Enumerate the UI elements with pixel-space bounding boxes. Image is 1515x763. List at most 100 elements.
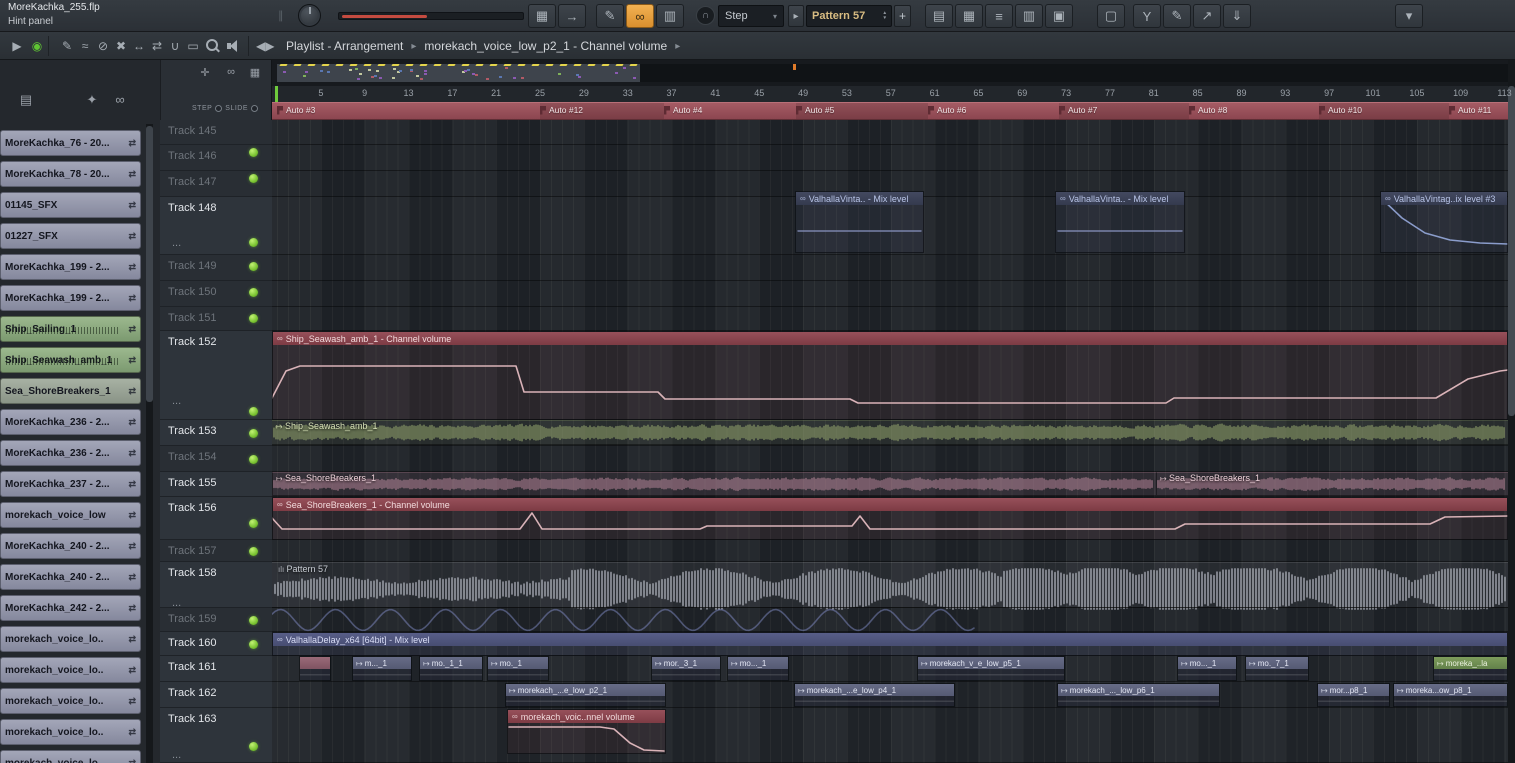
- track-header[interactable]: Track 145: [160, 120, 272, 145]
- step-toggle[interactable]: [215, 105, 223, 112]
- playlist-track-lane[interactable]: [272, 540, 1508, 562]
- automation-clip-header[interactable]: ∞ ValhallaVinta.. - Mix level: [796, 192, 923, 205]
- channel-button[interactable]: Sea_ShoreBreakers_1 ⇄: [0, 378, 141, 404]
- pattern-next-button[interactable]: ▸: [788, 5, 804, 27]
- slide-icon[interactable]: ▥: [656, 4, 684, 28]
- track-enable-dot[interactable]: [249, 407, 258, 416]
- magnet-icon[interactable]: ∪: [166, 36, 184, 56]
- automation-clip[interactable]: ∞ morekach_voic..nnel volume: [507, 709, 666, 754]
- audio-clip[interactable]: [272, 420, 1508, 445]
- zoom-tool-icon[interactable]: [204, 36, 222, 56]
- metronome-icon[interactable]: ∩: [696, 6, 715, 25]
- send-icon[interactable]: ↗: [1193, 4, 1221, 28]
- swap-tool-icon[interactable]: ⇄: [148, 36, 166, 56]
- time-marker[interactable]: Auto #6: [928, 105, 966, 115]
- track-header[interactable]: Track 155: [160, 472, 272, 497]
- track-enable-dot[interactable]: [249, 429, 258, 438]
- pattern-clip-small[interactable]: ↦ mor...p8_1: [1317, 683, 1390, 707]
- audition-tool-icon[interactable]: [226, 36, 244, 56]
- stepgrid-icon[interactable]: ▦: [528, 4, 556, 28]
- volume-knob[interactable]: [298, 4, 321, 27]
- track-header[interactable]: Track 162: [160, 682, 272, 708]
- channel-button[interactable]: 01145_SFX ⇄: [0, 192, 141, 218]
- track-enable-dot[interactable]: [249, 148, 258, 157]
- pattern-clip-small[interactable]: ↦ mor._3_1: [651, 656, 721, 681]
- pattern-clip-small[interactable]: ↦ mo._1_1: [419, 656, 483, 681]
- channel-button[interactable]: MoreKachka_76 - 20... ⇄: [0, 130, 141, 156]
- playlist-track-lane[interactable]: [272, 281, 1508, 307]
- overview-visible-region[interactable]: [277, 64, 640, 82]
- playlist-track-lane[interactable]: [272, 145, 1508, 171]
- track-header[interactable]: Track 161: [160, 656, 272, 682]
- advance-icon[interactable]: →: [558, 4, 586, 28]
- time-marker[interactable]: Auto #4: [664, 105, 702, 115]
- record-icon[interactable]: ◉: [28, 36, 46, 56]
- select-tool-icon[interactable]: ▭: [184, 36, 202, 56]
- pattern-clip-small[interactable]: ↦ morekach_...e_low_p2_1: [505, 683, 666, 707]
- playlist-track-lane[interactable]: [272, 120, 1508, 145]
- playlist-track-lane[interactable]: [272, 708, 1508, 763]
- mixer-icon[interactable]: ▥: [1015, 4, 1043, 28]
- track-enable-dot[interactable]: [249, 262, 258, 271]
- playlist-scrollbar-thumb[interactable]: [1508, 86, 1515, 416]
- clipboard-icon[interactable]: ▢: [1097, 4, 1125, 28]
- track-enable-dot[interactable]: [249, 238, 258, 247]
- delete-tool-icon[interactable]: ⊘: [94, 36, 112, 56]
- snap-selector[interactable]: Step ▾: [718, 5, 784, 27]
- pan-tool-icon[interactable]: ↔: [130, 36, 148, 56]
- pattern-clip-small[interactable]: ↦ mo._7_1: [1245, 656, 1309, 681]
- draw-icon[interactable]: ✎: [596, 4, 624, 28]
- breadcrumb-item[interactable]: morekach_voice_low_p2_1 - Channel volume: [424, 39, 667, 53]
- track-enable-dot[interactable]: [249, 288, 258, 297]
- pattern-clip-small[interactable]: ↦ mo..._1: [1177, 656, 1237, 681]
- channel-button[interactable]: morekach_voice_low ⇄: [0, 502, 141, 528]
- channel-button[interactable]: MoreKachka_240 - 2... ⇄: [0, 533, 141, 559]
- pattern-clip-small[interactable]: ↦ mo..._1: [727, 656, 789, 681]
- pattern-selector[interactable]: Pattern 57 ▴ ▾: [806, 5, 892, 27]
- filter-icon[interactable]: Y: [1133, 4, 1161, 28]
- channel-button[interactable]: 01227_SFX ⇄: [0, 223, 141, 249]
- channel-button[interactable]: MoreKachka_237 - 2... ⇄: [0, 471, 141, 497]
- automation-clip-header[interactable]: ∞ Ship_Seawash_amb_1 - Channel volume: [273, 332, 1507, 345]
- automation-clip-header[interactable]: ∞ ValhallaDelay_x64 [64bit] - Mix level: [273, 633, 1507, 646]
- automation-clip[interactable]: ∞ ValhallaVinta.. - Mix level: [1055, 191, 1185, 253]
- pattern-clip-small[interactable]: [299, 656, 331, 681]
- playlist-icon[interactable]: ▤: [925, 4, 953, 28]
- pattern-clip-small[interactable]: ↦ moreka_..la: [1433, 656, 1508, 681]
- sparkle-icon[interactable]: ✦: [82, 92, 102, 110]
- channel-button[interactable]: MoreKachka_240 - 2... ⇄: [0, 564, 141, 590]
- pattern-clip-small[interactable]: ↦ mo._1: [487, 656, 549, 681]
- chain-icon[interactable]: ∞: [222, 66, 240, 82]
- master-slider[interactable]: [338, 12, 524, 20]
- time-marker[interactable]: Auto #8: [1189, 105, 1227, 115]
- pattern-clip-small[interactable]: ↦ moreka...ow_p8_1: [1393, 683, 1508, 707]
- pattern-clip-small[interactable]: ↦ morekach_..._low_p6_1: [1057, 683, 1220, 707]
- automation-clip[interactable]: ∞ ValhallaVinta.. - Mix level: [795, 191, 924, 253]
- channel-button[interactable]: morekach_voice_lo ⇄: [0, 750, 141, 763]
- pattern-clip-small[interactable]: ↦ m..._1: [352, 656, 412, 681]
- play-icon[interactable]: ▶: [8, 36, 26, 56]
- export-icon[interactable]: ⇓: [1223, 4, 1251, 28]
- track-enable-dot[interactable]: [249, 742, 258, 751]
- channel-button[interactable]: MoreKachka_199 - 2... ⇄: [0, 285, 141, 311]
- channel-button[interactable]: MoreKachka_78 - 20... ⇄: [0, 161, 141, 187]
- channel-scrollbar-thumb[interactable]: [146, 126, 153, 402]
- channel-button[interactable]: MoreKachka_242 - 2... ⇄: [0, 595, 141, 621]
- time-marker[interactable]: Auto #10: [1319, 105, 1362, 115]
- automation-clip-header[interactable]: ∞ morekach_voic..nnel volume: [508, 710, 665, 723]
- automation-clip[interactable]: ∞ ValhallaVintag..ix level #3: [1380, 191, 1508, 253]
- automation-clip-header[interactable]: ∞ ValhallaVinta.. - Mix level: [1056, 192, 1184, 205]
- track-enable-dot[interactable]: [249, 174, 258, 183]
- channel-button[interactable]: morekach_voice_lo.. ⇄: [0, 719, 141, 745]
- draw-tool-icon[interactable]: ✎: [58, 36, 76, 56]
- playlist-track-lane[interactable]: [272, 307, 1508, 331]
- pattern-clip[interactable]: [272, 562, 1508, 608]
- time-marker[interactable]: Auto #12: [540, 105, 583, 115]
- channel-button[interactable]: Ship_Seawash_amb_1 ⇄: [0, 347, 141, 373]
- slide-toggle[interactable]: [251, 105, 259, 112]
- pianoroll-icon[interactable]: ▦: [955, 4, 983, 28]
- channel-button[interactable]: MoreKachka_199 - 2... ⇄: [0, 254, 141, 280]
- playlist-track-lane[interactable]: [272, 446, 1508, 472]
- channel-button[interactable]: MoreKachka_236 - 2... ⇄: [0, 409, 141, 435]
- automation-clip-header[interactable]: ∞ ValhallaVintag..ix level #3: [1381, 192, 1507, 205]
